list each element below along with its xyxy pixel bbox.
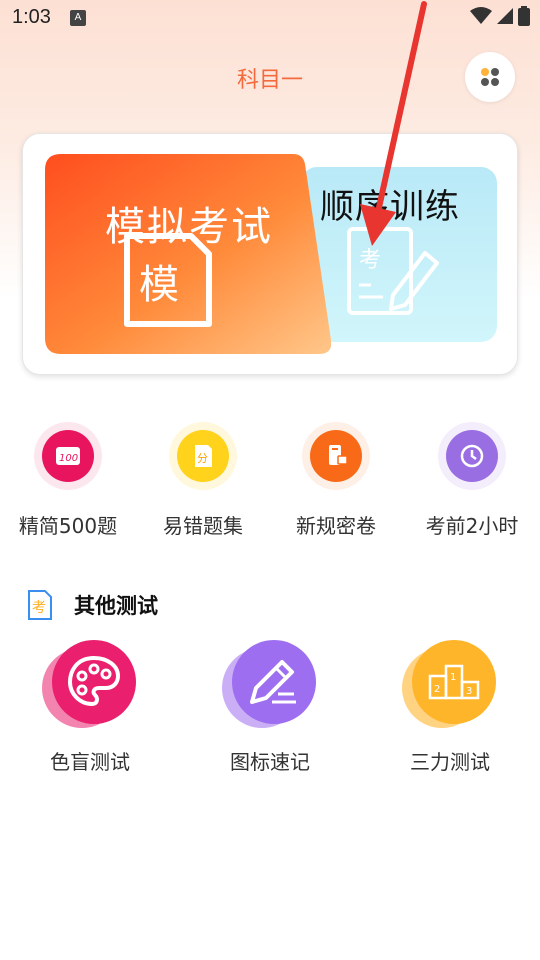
seq-badge-text: 考	[359, 248, 381, 273]
other-tests-header: 考 其他测试	[26, 590, 158, 620]
quick-item-last-2-hours[interactable]: 考前2小时	[412, 422, 532, 539]
test-label: 图标速记	[230, 750, 310, 774]
svg-text:考: 考	[32, 600, 46, 616]
notification-a-icon: A	[70, 10, 86, 26]
signal-icon	[497, 8, 513, 24]
pencil-icon	[222, 640, 318, 730]
practice-mode-card: 考 顺序训练 模 模拟考试	[22, 133, 518, 375]
simplified-500-icon: 100	[34, 422, 102, 490]
sequential-training-label: 顺序训练	[320, 187, 460, 227]
new-rules-icon	[302, 422, 370, 490]
mock-exam-card[interactable]: 模 模拟考试	[45, 154, 331, 354]
menu-button[interactable]	[465, 52, 515, 102]
test-item-color-blind[interactable]: 色盲测试	[20, 640, 160, 775]
mistakes-icon: 分	[169, 422, 237, 490]
quick-label: 易错题集	[163, 514, 243, 538]
last-2-hours-icon	[438, 422, 506, 490]
quick-label: 精简500题	[18, 514, 118, 538]
test-item-three-abilities[interactable]: 2 1 3 三力测试	[380, 640, 520, 775]
test-item-icon-memory[interactable]: 图标速记	[200, 640, 340, 775]
quick-item-mistakes[interactable]: 分 易错题集	[143, 422, 263, 539]
quick-item-simplified-500[interactable]: 100 精简500题	[8, 422, 128, 539]
test-label: 色盲测试	[50, 750, 130, 774]
palette-icon	[42, 640, 138, 730]
wifi-icon	[470, 7, 492, 24]
exam-doc-icon: 考	[28, 590, 52, 620]
battery-icon	[518, 6, 530, 26]
svg-text:3: 3	[466, 686, 472, 697]
test-label: 三力测试	[410, 750, 490, 774]
mock-document-icon: 模	[124, 233, 212, 327]
quick-label: 新规密卷	[296, 514, 376, 538]
svg-text:100: 100	[59, 453, 78, 464]
svg-text:1: 1	[450, 672, 456, 683]
status-bar: 1:03 A	[0, 0, 540, 36]
grid-menu-icon	[481, 68, 499, 86]
status-time: 1:03	[12, 6, 51, 28]
status-icons	[470, 6, 530, 26]
page-title: 科目一	[236, 68, 303, 93]
quick-item-new-rules[interactable]: 新规密卷	[276, 422, 396, 539]
mock-exam-label: 模拟考试	[105, 204, 273, 250]
svg-text:2: 2	[434, 684, 440, 695]
podium-icon: 2 1 3	[402, 640, 498, 730]
svg-text:分: 分	[197, 452, 208, 465]
quick-label: 考前2小时	[425, 514, 519, 538]
mock-badge-text: 模	[139, 262, 179, 308]
section-title: 其他测试	[74, 594, 158, 618]
